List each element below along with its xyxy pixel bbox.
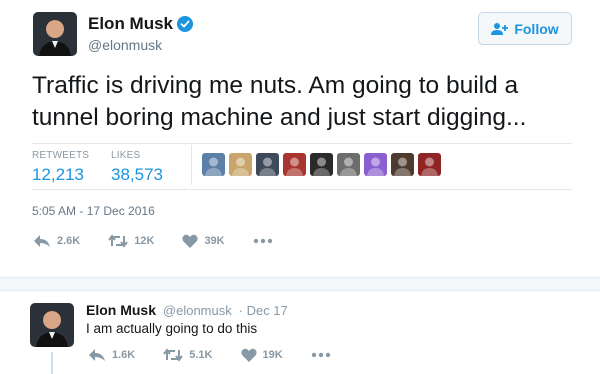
retweet-button[interactable]: 12K <box>108 234 154 248</box>
liker-avatar[interactable] <box>364 153 387 176</box>
likes-count[interactable]: 38,573 <box>111 165 163 185</box>
heart-icon <box>182 234 199 248</box>
likes-label: LIKES <box>111 150 141 161</box>
more-dots-icon <box>311 352 330 358</box>
liker-avatar[interactable] <box>256 153 279 176</box>
reply-icon <box>89 349 105 361</box>
tweet-timestamp[interactable]: 5:05 AM - 17 Dec 2016 <box>32 204 155 218</box>
more-dots-icon <box>253 238 272 244</box>
liker-avatar[interactable] <box>283 153 306 176</box>
add-user-icon <box>491 22 509 35</box>
reply-handle[interactable]: @elonmusk <box>163 303 232 318</box>
reply-actions: 1.6K 5.1K 19K <box>88 348 365 362</box>
avatar[interactable] <box>33 12 77 56</box>
reply-like-button[interactable]: 19K <box>240 348 283 362</box>
liker-avatar[interactable] <box>229 153 252 176</box>
thread-separator <box>0 277 600 291</box>
follow-button[interactable]: Follow <box>478 12 572 45</box>
reply-like-count: 19K <box>262 349 283 361</box>
retweets-count[interactable]: 12,213 <box>32 165 89 185</box>
retweet-count: 12K <box>134 235 155 247</box>
reply-text: I am actually going to do this <box>86 321 258 336</box>
liker-avatar[interactable] <box>391 153 414 176</box>
reply-author-name[interactable]: Elon Musk <box>86 302 156 318</box>
liker-avatar[interactable] <box>418 153 441 176</box>
likes-stat[interactable]: LIKES 38,573 <box>111 150 163 185</box>
tweet-actions: 2.6K 12K 39K <box>33 234 307 248</box>
main-tweet: Elon Musk @elonmusk Follow Traffic is dr… <box>0 0 600 276</box>
reply-button[interactable]: 2.6K <box>33 234 80 248</box>
retweet-icon <box>108 234 129 248</box>
reply-reply-count: 1.6K <box>112 349 136 361</box>
reply-retweet-count: 5.1K <box>189 349 213 361</box>
follow-button-label: Follow <box>514 20 559 37</box>
likers-avatars <box>202 153 441 176</box>
retweet-icon <box>163 348 184 362</box>
more-button[interactable] <box>253 238 279 244</box>
tweet-text: Traffic is driving me nuts. Am going to … <box>32 72 527 131</box>
reply-more-button[interactable] <box>311 352 337 358</box>
retweets-label: RETWEETS <box>32 150 90 161</box>
stats-separator <box>191 145 192 185</box>
reply-header: Elon Musk @elonmusk · Dec 17 <box>86 302 288 318</box>
reply-avatar[interactable] <box>30 303 74 347</box>
verified-badge-icon <box>177 16 194 32</box>
author-name-text[interactable]: Elon Musk <box>88 14 173 34</box>
liker-avatar[interactable] <box>337 153 360 176</box>
like-count: 39K <box>204 235 225 247</box>
like-button[interactable]: 39K <box>182 234 225 248</box>
divider <box>32 189 572 190</box>
heart-icon <box>240 348 257 362</box>
author-name[interactable]: Elon Musk <box>88 14 194 34</box>
liker-avatar[interactable] <box>202 153 225 176</box>
divider <box>32 143 572 144</box>
reply-retweet-button[interactable]: 5.1K <box>163 348 213 362</box>
thread-line <box>51 352 53 374</box>
author-handle[interactable]: @elonmusk <box>88 37 162 53</box>
reply-reply-button[interactable]: 1.6K <box>88 348 135 362</box>
reply-icon <box>34 235 50 247</box>
retweets-stat[interactable]: RETWEETS 12,213 <box>32 150 89 185</box>
reply-date[interactable]: · Dec 17 <box>239 303 288 318</box>
reply-count: 2.6K <box>57 235 81 247</box>
liker-avatar[interactable] <box>310 153 333 176</box>
